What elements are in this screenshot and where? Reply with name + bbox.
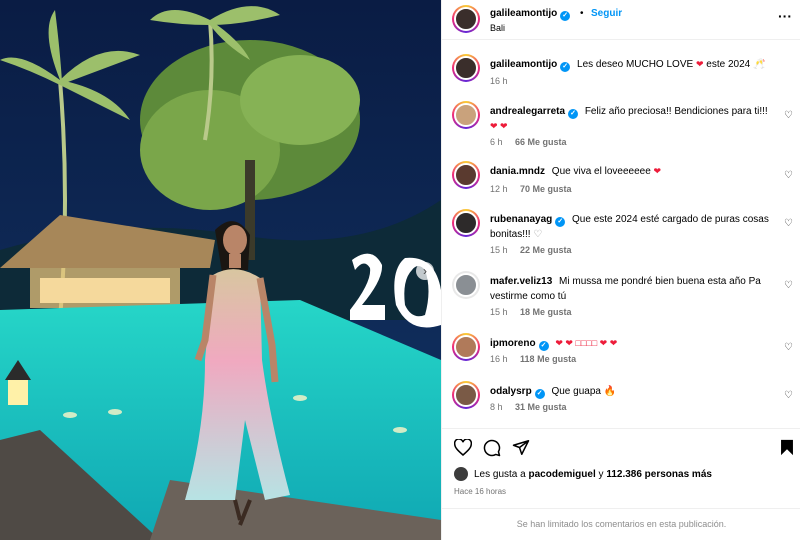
comment-meta: 6 h 66 Me gusta <box>490 137 567 147</box>
verified-icon: ✓ <box>560 62 571 72</box>
action-bar <box>442 428 800 464</box>
post-side-panel: galileamontijo ✓ • Seguir Bali ··· galile… <box>441 0 800 540</box>
more-icon[interactable]: ··· <box>778 8 792 24</box>
post-location[interactable]: Bali <box>490 23 505 33</box>
verified-icon: ✓ <box>534 389 545 399</box>
comment-username[interactable]: rubenanayag ✓ <box>490 214 566 227</box>
comment-meta: 15 h 18 Me gusta <box>490 307 572 317</box>
heart-icon[interactable]: ♡ <box>784 170 793 181</box>
comment-meta: 8 h 31 Me gusta <box>490 402 567 412</box>
post-header: galileamontijo ✓ • Seguir Bali ··· <box>442 0 800 40</box>
comments-limited-notice: Se han limitado los comentarios en esta … <box>442 508 800 540</box>
comment-text: Feliz año preciosa!! Bendiciones para ti… <box>584 106 768 117</box>
comment-meta: 12 h 70 Me gusta <box>490 184 572 194</box>
author-avatar[interactable] <box>452 5 480 33</box>
post-time: Hace 16 horas <box>454 487 507 496</box>
heart-icon[interactable]: ♡ <box>784 390 793 401</box>
caption-username[interactable]: galileamontijo ✓ <box>490 59 571 72</box>
comment-body: ipmoreno ✓ ❤ ❤ □□□□ ❤ ❤ <box>490 336 775 351</box>
caption-body: galileamontijo ✓ Les deseo MUCHO LOVE ❤ e… <box>490 57 775 72</box>
comment-emoji: ♡ <box>533 229 543 240</box>
comment-likes[interactable]: 66 Me gusta <box>515 137 567 147</box>
comment-likes[interactable]: 70 Me gusta <box>520 184 572 194</box>
commenter-avatar[interactable] <box>452 209 480 237</box>
comment-time: 8 h <box>490 402 503 412</box>
chevron-right-icon: › <box>423 264 427 278</box>
verified-icon: ✓ <box>555 217 566 227</box>
heart-icon[interactable]: ♡ <box>784 110 793 121</box>
comment-body: odalysrp ✓ Que guapa 🔥 <box>490 384 775 399</box>
comment-emoji: 🔥 <box>603 386 617 397</box>
comment-text: Que viva el loveeeeee <box>551 166 651 177</box>
commenter-avatar[interactable] <box>452 271 480 299</box>
verified-icon: ✓ <box>538 341 549 351</box>
comment-likes[interactable]: 118 Me gusta <box>520 354 576 364</box>
follow-button[interactable]: Seguir <box>591 8 622 19</box>
caption-time: 16 h <box>490 76 508 86</box>
liked-prefix: Les gusta a <box>474 468 526 480</box>
likes-summary: Les gusta a pacodemiguel y 112.386 perso… <box>454 467 712 481</box>
comment-username[interactable]: ipmoreno ✓ <box>490 338 549 351</box>
comment-likes[interactable]: 22 Me gusta <box>520 245 572 255</box>
share-icon[interactable] <box>512 439 530 456</box>
comment-emoji: ❤ <box>653 166 662 176</box>
comment-time: 15 h <box>490 307 508 317</box>
heart-icon[interactable]: ♡ <box>784 218 793 229</box>
caption-meta: 16 h <box>490 76 508 86</box>
comment-likes[interactable]: 18 Me gusta <box>520 307 572 317</box>
comment-text: Que guapa <box>551 386 601 397</box>
comment-body: mafer.veliz13 Mi mussa me pondré bien bu… <box>490 274 775 304</box>
comment-emoji: ❤ ❤ <box>490 121 508 131</box>
comment-icon[interactable] <box>483 439 501 457</box>
liked-user[interactable]: pacodemiguel <box>529 469 596 480</box>
author-avatar[interactable] <box>452 54 480 82</box>
comment-username[interactable]: odalysrp ✓ <box>490 386 545 399</box>
commenter-avatar[interactable] <box>452 381 480 409</box>
champagne-emoji: 🥂 <box>753 59 766 70</box>
liked-count[interactable]: 112.386 personas más <box>606 469 712 480</box>
post-photo[interactable]: › <box>0 0 441 540</box>
photo-illustration <box>0 0 441 540</box>
comment-time: 12 h <box>490 184 508 194</box>
heart-icon[interactable] <box>454 439 472 456</box>
commenter-avatar[interactable] <box>452 333 480 361</box>
caption-suffix: este 2024 <box>706 59 751 70</box>
carousel-next-button[interactable]: › <box>416 262 434 280</box>
instagram-post-view: › galileamontijo ✓ • Seguir Bali ··· gali… <box>0 0 800 540</box>
heart-icon[interactable]: ♡ <box>784 280 793 291</box>
comment-time: 15 h <box>490 245 508 255</box>
liked-and: y <box>598 468 604 480</box>
caption-text: Les deseo MUCHO LOVE <box>577 59 694 70</box>
bookmark-icon[interactable] <box>780 439 794 456</box>
comment-username[interactable]: andrealegarreta ✓ <box>490 106 579 119</box>
liker-avatar[interactable] <box>454 467 468 481</box>
author-username[interactable]: galileamontijo ✓ <box>490 8 571 21</box>
comment-likes[interactable]: 31 Me gusta <box>515 402 567 412</box>
comment-meta: 16 h 118 Me gusta <box>490 354 576 364</box>
commenter-avatar[interactable] <box>452 101 480 129</box>
comment-username[interactable]: mafer.veliz13 <box>490 276 552 287</box>
verified-icon: ✓ <box>568 109 579 119</box>
separator: • <box>580 8 584 19</box>
comment-time: 6 h <box>490 137 503 147</box>
commenter-avatar[interactable] <box>452 161 480 189</box>
verified-icon: ✓ <box>560 11 571 21</box>
comment-time: 16 h <box>490 354 508 364</box>
comment-body: andrealegarreta ✓ Feliz año preciosa!! Be… <box>490 104 775 134</box>
comment-meta: 15 h 22 Me gusta <box>490 245 572 255</box>
comment-body: dania.mndz Que viva el loveeeeee ❤ <box>490 164 775 179</box>
comment-body: rubenanayag ✓ Que este 2024 esté cargado … <box>490 212 775 242</box>
comment-text: ❤ ❤ □□□□ ❤ ❤ <box>555 338 618 348</box>
comment-username[interactable]: dania.mndz <box>490 166 545 177</box>
heart-icon[interactable]: ♡ <box>784 342 793 353</box>
red-heart-emoji: ❤ <box>695 59 704 69</box>
